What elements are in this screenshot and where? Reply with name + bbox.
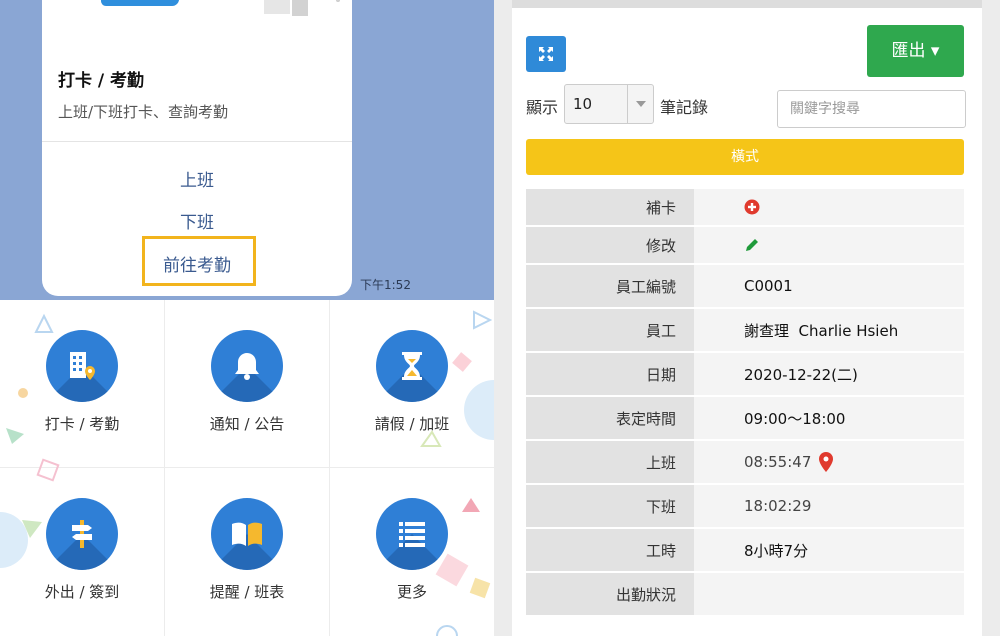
table-row: 補卡 xyxy=(526,189,964,227)
table-row: 員工編號 C0001 xyxy=(526,265,964,309)
menu-item-label: 請假 / 加班 xyxy=(374,415,450,433)
network-dots-icon xyxy=(336,0,340,2)
date-value: 2020-12-22(二) xyxy=(744,365,858,384)
chevron-down-icon xyxy=(627,85,653,123)
table-row: 表定時間 09:00～18:00 xyxy=(526,397,964,441)
table-row: 下班 18:02:29 xyxy=(526,485,964,529)
menu-item-label: 通知 / 公告 xyxy=(209,415,285,433)
clock-out-link[interactable]: 下班 xyxy=(42,208,352,233)
highlight-frame xyxy=(142,236,256,286)
card-illustration-icon xyxy=(100,0,182,6)
signpost-icon xyxy=(46,498,118,570)
clock-in-link[interactable]: 上班 xyxy=(42,166,352,191)
card-description: 上班/下班打卡、查詢考勤 xyxy=(58,103,229,121)
list-icon xyxy=(376,498,448,570)
menu-item-outing[interactable]: 外出 / 簽到 xyxy=(0,468,164,634)
scheduled-time-value: 09:00～18:00 xyxy=(744,409,846,428)
row-label: 修改 xyxy=(526,227,694,263)
row-label: 上班 xyxy=(526,441,694,483)
menu-item-notices[interactable]: 通知 / 公告 xyxy=(165,300,329,466)
menu-item-schedule[interactable]: 提醒 / 班表 xyxy=(165,468,329,634)
panel-top-edge xyxy=(512,0,982,8)
map-pin-icon[interactable] xyxy=(819,452,834,472)
page-size-value: 10 xyxy=(573,95,593,113)
table-row: 日期 2020-12-22(二) xyxy=(526,353,964,397)
export-button[interactable]: 匯出 ▾ xyxy=(867,25,964,77)
row-label: 表定時間 xyxy=(526,397,694,439)
page-size-select[interactable]: 10 xyxy=(564,84,654,124)
row-value xyxy=(744,227,760,263)
row-label: 工時 xyxy=(526,529,694,571)
attendance-record-panel: 匯出 ▾ 顯示 10 筆記錄 橫式 補卡 修改 員工編號 xyxy=(494,0,1000,636)
building-location-icon xyxy=(46,330,118,402)
menu-item-more[interactable]: 更多 xyxy=(330,468,494,634)
row-value: 08:55:47 xyxy=(744,441,834,483)
building-illustration-icon-2 xyxy=(292,0,308,16)
book-icon xyxy=(211,498,283,570)
row-label: 補卡 xyxy=(526,189,694,225)
show-label: 顯示 xyxy=(526,98,559,117)
bell-icon xyxy=(211,330,283,402)
plus-circle-icon[interactable] xyxy=(744,199,760,215)
clock-out-time-value: 18:02:29 xyxy=(744,497,812,515)
employee-id-value: C0001 xyxy=(744,277,793,295)
table-row: 出勤狀況 xyxy=(526,573,964,617)
row-label: 下班 xyxy=(526,485,694,527)
records-label: 筆記錄 xyxy=(660,98,709,117)
employee-name-value: 謝查理 Charlie Hsieh xyxy=(744,321,899,340)
work-hours-value: 8小時7分 xyxy=(744,541,809,560)
menu-item-attendance[interactable]: 打卡 / 考勤 xyxy=(0,300,164,466)
expand-button[interactable] xyxy=(526,36,566,72)
row-label: 員工編號 xyxy=(526,265,694,307)
menu-item-leave[interactable]: 請假 / 加班 xyxy=(330,300,494,466)
table-row: 工時 8小時7分 xyxy=(526,529,964,573)
row-label: 日期 xyxy=(526,353,694,395)
divider xyxy=(42,141,352,142)
message-time: 下午1:52 xyxy=(360,278,411,292)
line-chat-panel: 打卡 / 考勤 上班/下班打卡、查詢考勤 上班 下班 前往考勤 下午1:52 打… xyxy=(0,0,494,636)
menu-item-label: 打卡 / 考勤 xyxy=(44,415,120,433)
menu-item-label: 更多 xyxy=(396,583,427,601)
table-row: 上班 08:55:47 xyxy=(526,441,964,485)
table-row: 員工 謝查理 Charlie Hsieh xyxy=(526,309,964,353)
card-hero-illustration xyxy=(42,0,352,18)
expand-icon xyxy=(539,47,553,61)
pencil-icon[interactable] xyxy=(744,237,760,253)
row-label: 出勤狀況 xyxy=(526,573,694,615)
record-container: 匯出 ▾ 顯示 10 筆記錄 橫式 補卡 修改 員工編號 xyxy=(512,8,982,636)
row-value xyxy=(744,189,760,225)
landscape-mode-button[interactable]: 橫式 xyxy=(526,139,964,175)
hourglass-icon xyxy=(376,330,448,402)
clock-in-time-value: 08:55:47 xyxy=(744,453,812,471)
card-title: 打卡 / 考勤 xyxy=(58,71,145,91)
table-row: 修改 xyxy=(526,227,964,265)
search-input[interactable] xyxy=(777,90,966,128)
row-label: 員工 xyxy=(526,309,694,351)
building-illustration-icon xyxy=(264,0,290,14)
menu-item-label: 外出 / 簽到 xyxy=(44,583,120,601)
menu-item-label: 提醒 / 班表 xyxy=(209,583,285,601)
